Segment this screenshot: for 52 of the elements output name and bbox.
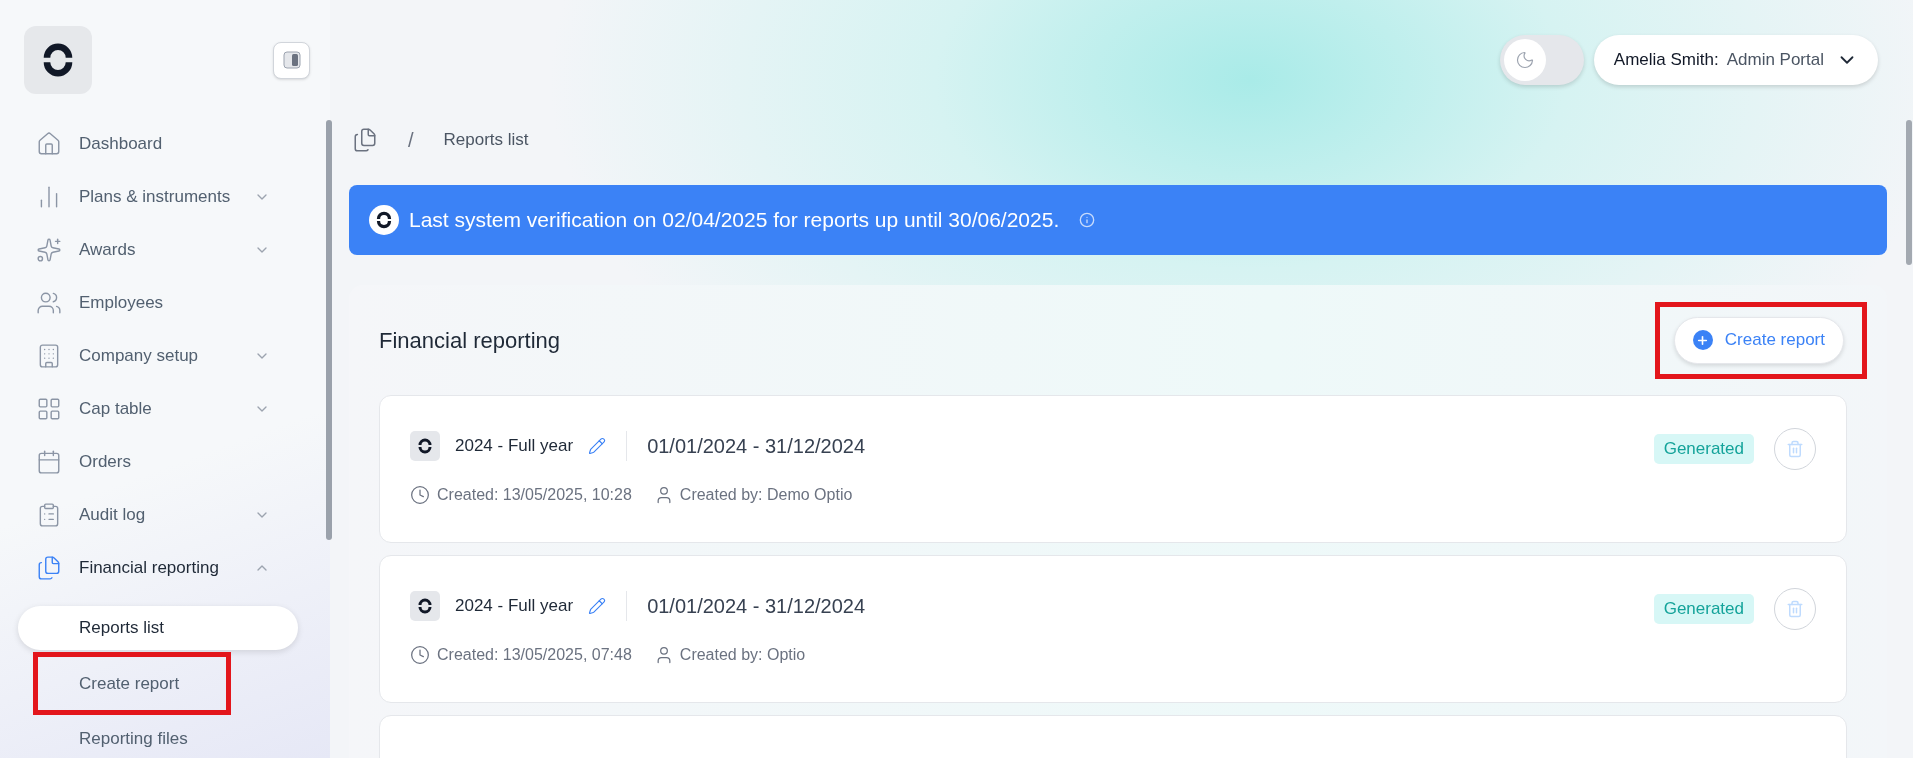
sidebar-item[interactable]: Awards xyxy=(0,223,330,276)
status-badge: Generated xyxy=(1653,434,1754,464)
breadcrumb-separator: / xyxy=(408,128,414,153)
delete-button[interactable] xyxy=(1774,428,1816,470)
portal-name: Admin Portal xyxy=(1726,49,1824,72)
sidebar-subitem[interactable]: Reporting files xyxy=(0,717,188,758)
sidebar-item[interactable]: Audit log xyxy=(0,488,330,541)
scrollbar[interactable] xyxy=(326,120,332,540)
sidebar-item[interactable]: Dashboard xyxy=(0,117,330,170)
info-icon[interactable] xyxy=(1079,212,1096,228)
theme-toggle[interactable] xyxy=(1499,35,1584,85)
plus-icon xyxy=(1692,330,1713,350)
status-badge: Generated xyxy=(1653,594,1754,624)
clock-icon xyxy=(410,645,430,665)
pencil-icon[interactable] xyxy=(588,597,607,615)
documents-icon[interactable] xyxy=(352,127,378,153)
sidebar-item[interactable]: Employees xyxy=(0,276,330,329)
clock-icon xyxy=(410,485,430,505)
banner-text: Last system verification on 02/04/2025 for reports up until 30/06/2025. xyxy=(409,207,1060,234)
user-menu-button[interactable]: Amelia Smith: Admin Portal xyxy=(1593,35,1878,85)
sidebar-item[interactable]: Financial reporting xyxy=(0,541,330,594)
sidebar-item[interactable]: Company setup xyxy=(0,329,330,382)
sidebar-subitem[interactable]: Create report xyxy=(79,661,180,706)
calendar-icon xyxy=(36,448,62,475)
trash-icon xyxy=(1786,440,1804,458)
delete-button[interactable] xyxy=(1774,588,1816,630)
logo[interactable] xyxy=(24,26,92,94)
scrollbar[interactable] xyxy=(1906,120,1912,265)
sidebar-subitem[interactable]: Reports list xyxy=(18,606,298,650)
panel-title: Financial reporting xyxy=(379,326,560,355)
user-name: Amelia Smith: xyxy=(1613,49,1719,72)
sidebar-item[interactable]: Cap table xyxy=(0,382,330,435)
report-title: 2024 - Full year xyxy=(455,435,574,458)
sidebar-toggle-button[interactable] xyxy=(273,41,310,79)
breadcrumb-current[interactable]: Reports list xyxy=(443,127,529,153)
report-period: 01/01/2024 - 31/12/2024 xyxy=(647,434,866,459)
create-report-button[interactable]: Create report xyxy=(1673,316,1844,364)
created-by: Created by: Demo Optio xyxy=(679,485,853,505)
created-by: Created by: Optio xyxy=(679,645,806,665)
sparkles-icon xyxy=(36,236,62,263)
documents-icon xyxy=(36,554,62,581)
house-icon xyxy=(36,130,62,157)
moon-icon xyxy=(1514,50,1535,70)
created-date: Created: 13/05/2025, 07:48 xyxy=(437,645,632,665)
report-period: 01/01/2024 - 31/12/2024 xyxy=(647,594,866,619)
pencil-icon[interactable] xyxy=(588,437,607,455)
report-title: 2024 - Full year xyxy=(455,595,574,618)
trash-icon xyxy=(1786,600,1804,618)
panel-icon xyxy=(282,51,301,69)
sidebar-item[interactable]: Orders xyxy=(0,435,330,488)
sidebar-item[interactable]: Plans & instruments xyxy=(0,170,330,223)
created-date: Created: 13/05/2025, 10:28 xyxy=(437,485,632,505)
